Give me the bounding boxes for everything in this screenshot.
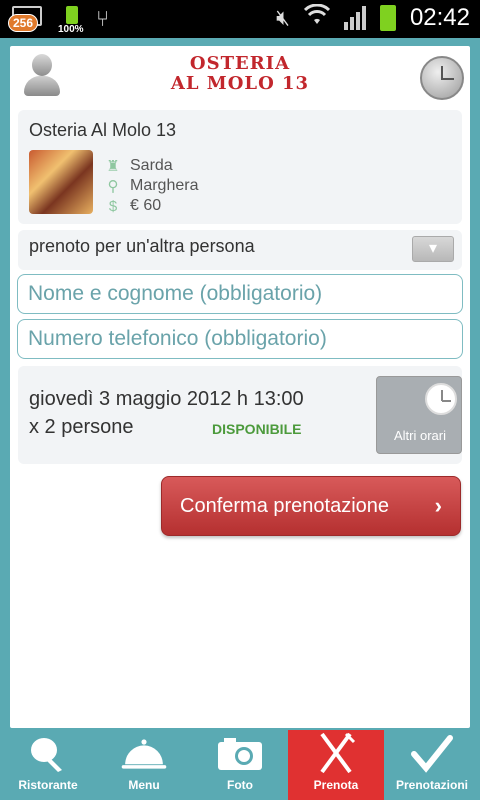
- phone-field-wrapper: [17, 319, 463, 359]
- restaurant-photo: [29, 150, 93, 214]
- logo-line-1: OSTERIA: [189, 53, 291, 74]
- location: Marghera: [130, 177, 199, 194]
- usb-icon: ⑂: [96, 6, 110, 31]
- tab-label: Menu: [128, 778, 160, 792]
- mute-icon: 🔇︎: [276, 5, 290, 30]
- tab-bar: Ristorante Menu Foto Prenota Prenotazion…: [0, 730, 480, 800]
- tab-label: Prenota: [313, 778, 359, 792]
- battery-percent: 100%: [58, 24, 84, 35]
- tab-foto[interactable]: Foto: [192, 730, 288, 800]
- fork-knife-icon: [312, 732, 360, 774]
- cuisine-type: Sarda: [130, 157, 173, 174]
- chef-hat-icon: ♜: [106, 158, 120, 175]
- signal-icon: [343, 6, 366, 30]
- status-bar: 256 100% ⑂ 🔇︎ 02:42: [0, 0, 480, 38]
- battery-notification-icon: 100%: [58, 4, 86, 35]
- other-times-button[interactable]: Altri orari: [376, 376, 462, 454]
- availability-status: DISPONIBILE: [212, 421, 302, 437]
- camera-icon: [216, 734, 264, 774]
- status-time: 02:42: [409, 4, 470, 31]
- tab-prenotazioni[interactable]: Prenotazioni: [384, 730, 480, 800]
- restaurant-name: Osteria Al Molo 13: [29, 120, 177, 140]
- clock-icon: [425, 383, 457, 415]
- clock-icon[interactable]: [420, 56, 464, 100]
- wifi-icon: [303, 3, 330, 32]
- other-person-label: prenoto per un'altra persona: [29, 236, 255, 256]
- header: OSTERIA AL MOLO 13: [10, 46, 470, 108]
- tab-menu[interactable]: Menu: [96, 730, 192, 800]
- confirm-booking-button[interactable]: Conferma prenotazione ›: [161, 476, 461, 536]
- chevron-right-icon: ›: [434, 493, 442, 518]
- phone-field[interactable]: [18, 320, 462, 358]
- main-panel: OSTERIA AL MOLO 13 Osteria Al Molo 13 ♜ …: [10, 46, 470, 728]
- tab-label: Prenotazioni: [395, 778, 468, 792]
- dollar-icon: $: [108, 197, 118, 215]
- tab-label: Ristorante: [18, 778, 78, 792]
- location-pin-icon: ⚲: [107, 178, 119, 195]
- chevron-down-icon[interactable]: ▾: [412, 236, 454, 262]
- cloche-icon: [120, 734, 168, 774]
- booking-date-time: giovedì 3 maggio 2012 h 13:00: [29, 388, 304, 410]
- restaurant-card: Osteria Al Molo 13 ♜ Sarda ⚲ Marghera $ …: [18, 110, 462, 224]
- booking-persons: x 2 persone: [29, 416, 134, 438]
- tab-ristorante[interactable]: Ristorante: [0, 730, 96, 800]
- battery-icon: [379, 5, 396, 31]
- logo-line-2: AL MOLO 13: [170, 73, 310, 94]
- other-person-row[interactable]: prenoto per un'altra persona ▾: [18, 230, 462, 270]
- booking-slot: giovedì 3 maggio 2012 h 13:00 x 2 person…: [18, 366, 462, 464]
- checkmark-icon: [408, 734, 456, 774]
- tab-label: Foto: [227, 778, 253, 792]
- name-field-wrapper: [17, 274, 463, 314]
- pencil-icon: [24, 734, 72, 774]
- confirm-booking-label: Conferma prenotazione: [180, 494, 390, 517]
- name-field[interactable]: [18, 275, 462, 313]
- other-times-label: Altri orari: [393, 428, 446, 443]
- notification-count: 256: [8, 14, 39, 32]
- price: € 60: [130, 197, 162, 214]
- tab-prenota[interactable]: Prenota: [288, 730, 384, 800]
- notification-badge: 256: [8, 4, 48, 34]
- restaurant-logo: OSTERIA AL MOLO 13: [10, 54, 470, 94]
